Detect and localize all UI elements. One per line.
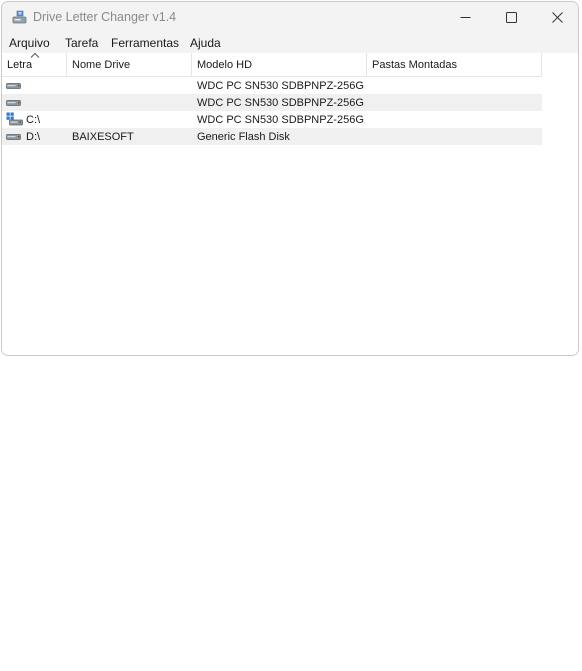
drive-list[interactable]: Letra Nome Drive Modelo HD Pastas Montad… (2, 52, 578, 355)
column-header-pastas-montadas[interactable]: Pastas Montadas (367, 53, 542, 76)
minimize-button[interactable] (442, 2, 488, 33)
app-window: Drive Letter Changer v1.4 Arquivo Tarefa… (1, 1, 579, 356)
cell-drive-name: BAIXESOFT (72, 131, 134, 143)
column-header-nome-drive[interactable]: Nome Drive (67, 53, 192, 76)
cell-model: Generic Flash Disk (197, 131, 290, 143)
maximize-icon (505, 12, 517, 23)
close-button[interactable] (534, 2, 578, 33)
column-header-label: Letra (7, 59, 33, 71)
cell-mounted-folders (372, 94, 540, 111)
column-header-modelo-hd[interactable]: Modelo HD (192, 53, 367, 76)
app-drive-icon (12, 10, 27, 24)
window-title: Drive Letter Changer v1.4 (33, 10, 177, 24)
column-header-label: Nome Drive (72, 59, 131, 71)
maximize-button[interactable] (488, 2, 534, 33)
cell-mounted-folders (372, 77, 540, 94)
list-header: Letra Nome Drive Modelo HD Pastas Montad… (2, 52, 542, 77)
cell-drive-name (72, 111, 190, 128)
table-row[interactable]: C:\ WDC PC SN530 SDBPNPZ-256G... (2, 111, 542, 128)
menu-bar: Arquivo Tarefa Ferramentas Ajuda (2, 33, 578, 53)
cell-letter: D:\ (26, 131, 41, 143)
drive-icon (6, 100, 21, 106)
column-header-letra[interactable]: Letra (2, 52, 67, 76)
cell-letter (26, 94, 66, 111)
menu-arquivo[interactable]: Arquivo (9, 36, 50, 50)
cell-letter (26, 77, 66, 94)
title-bar[interactable]: Drive Letter Changer v1.4 (2, 2, 578, 33)
menu-tarefa[interactable]: Tarefa (65, 36, 98, 50)
drive-icon (6, 134, 21, 140)
table-row[interactable]: WDC PC SN530 SDBPNPZ-256G... (2, 77, 542, 94)
cell-model: WDC PC SN530 SDBPNPZ-256G... (197, 97, 365, 109)
cell-model: WDC PC SN530 SDBPNPZ-256G... (197, 80, 365, 92)
column-header-label: Modelo HD (197, 59, 253, 71)
cell-drive-name (72, 77, 190, 94)
cell-letter: C:\ (26, 114, 41, 126)
sort-ascending-icon (30, 52, 40, 58)
menu-ajuda[interactable]: Ajuda (190, 36, 221, 50)
cell-mounted-folders (372, 128, 540, 145)
table-row[interactable]: D:\ BAIXESOFT Generic Flash Disk (2, 128, 542, 145)
menu-ferramentas[interactable]: Ferramentas (111, 36, 179, 50)
cell-drive-name (72, 94, 190, 111)
cell-mounted-folders (372, 111, 540, 128)
windows-drive-icon (6, 112, 23, 126)
minimize-icon (460, 17, 470, 18)
cell-model: WDC PC SN530 SDBPNPZ-256G... (197, 114, 365, 126)
table-row[interactable]: WDC PC SN530 SDBPNPZ-256G... (2, 94, 542, 111)
close-icon (551, 12, 563, 23)
column-header-label: Pastas Montadas (372, 59, 457, 71)
drive-icon (6, 83, 21, 89)
